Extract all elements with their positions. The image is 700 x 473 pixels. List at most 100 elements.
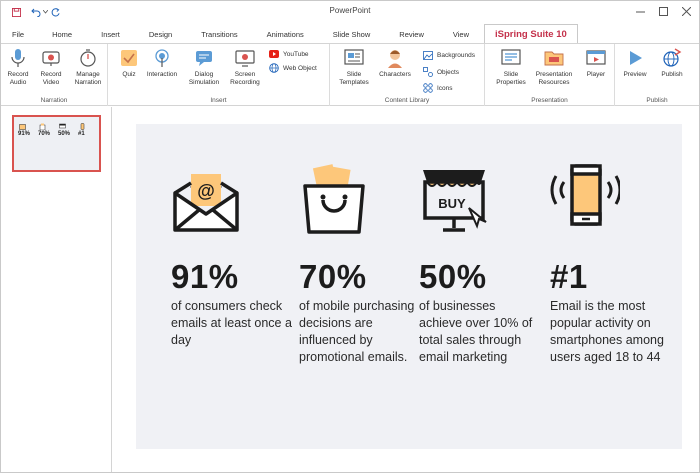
objects-button[interactable]: Objects [423, 67, 459, 77]
slide-thumbnail-1[interactable]: 91% 70% 50% #1 [12, 115, 101, 172]
group-publish-label: Publish [646, 97, 668, 104]
tab-view[interactable]: View [439, 25, 484, 44]
slide-templates-button[interactable]: Slide Templates [336, 47, 372, 87]
svg-text:@: @ [197, 181, 215, 201]
slide-template-icon [343, 47, 365, 69]
web-object-label: Web Object [283, 64, 317, 72]
screen-recording-button[interactable]: Screen Recording [226, 47, 264, 87]
tab-slide-show[interactable]: Slide Show [319, 25, 386, 44]
ribbon-tabs: File Home Insert Design Transitions Anim… [1, 23, 699, 45]
tab-design[interactable]: Design [135, 25, 187, 44]
backgrounds-label: Backgrounds [437, 51, 475, 59]
youtube-button[interactable]: YouTube [269, 49, 309, 59]
powerpoint-window: PowerPoint File Home Insert Design Trans… [0, 0, 700, 473]
thumb-email-icon [19, 124, 26, 130]
interaction-label: Interaction [146, 71, 178, 78]
quiz-checkbox-icon [118, 47, 140, 69]
close-icon[interactable] [675, 3, 697, 20]
background-image-icon [423, 50, 433, 60]
presentation-resources-label: Presentation Resources [535, 71, 573, 86]
thumb-stat-3: 50% [58, 123, 76, 138]
slide-thumbnails-pane: 91% 70% 50% #1 [1, 107, 112, 472]
objects-shapes-icon [423, 67, 433, 77]
icons-library-icon [423, 83, 433, 93]
stat-value: 91% [171, 258, 239, 295]
microphone-icon [7, 47, 29, 69]
tab-home[interactable]: Home [38, 25, 87, 44]
stat-description: of consumers check emails at least once … [171, 299, 292, 347]
quiz-button[interactable]: Quiz [114, 47, 144, 79]
stat-value: 50% [419, 258, 487, 295]
stat-description: of mobile purchasing decisions are influ… [299, 299, 415, 364]
slide-properties-button[interactable]: Slide Properties [493, 47, 529, 87]
group-insert: Quiz Interaction Dialog Simulation Scree… [108, 44, 330, 106]
publish-button[interactable]: Publish [655, 47, 689, 79]
icons-label: Icons [437, 84, 453, 92]
stat-value: #1 [550, 258, 588, 295]
globe-icon [269, 63, 279, 73]
maximize-icon[interactable] [652, 3, 674, 20]
backgrounds-button[interactable]: Backgrounds [423, 50, 475, 60]
presentation-resources-button[interactable]: Presentation Resources [531, 47, 577, 87]
tab-ispring-suite[interactable]: iSpring Suite 10 [484, 24, 578, 45]
thumb-stat-value: 91% [18, 131, 31, 137]
dialog-bubble-icon [193, 47, 215, 69]
stat-description: Email is the most popular activity on sm… [550, 299, 664, 364]
minimize-icon[interactable] [629, 3, 651, 20]
buy-store-icon: BUY [423, 170, 487, 232]
svg-text:BUY: BUY [438, 196, 466, 211]
group-publish: Preview Publish Publish [615, 44, 699, 106]
publish-label: Publish [661, 71, 683, 78]
group-narration-label: Narration [40, 97, 68, 104]
thumb-stat-4: #1 [78, 123, 96, 138]
tab-transitions[interactable]: Transitions [187, 25, 252, 44]
record-audio-button[interactable]: Record Audio [5, 47, 31, 87]
ribbon: Record Audio Record Video Manage Narrati… [1, 43, 699, 106]
record-video-button[interactable]: Record Video [37, 47, 65, 87]
thumb-stat-value: 50% [58, 131, 71, 137]
slide[interactable]: @ 91% of consumers check emails at least… [136, 124, 682, 449]
window-title: PowerPoint [329, 6, 371, 15]
interaction-pointer-icon [151, 47, 173, 69]
preview-button[interactable]: Preview [619, 47, 651, 79]
publish-globe-icon [661, 47, 683, 69]
webcam-icon [40, 47, 62, 69]
interaction-button[interactable]: Interaction [142, 47, 182, 79]
character-person-icon [384, 47, 406, 69]
group-content-library: Slide Templates Characters Backgrounds O… [330, 44, 485, 106]
group-presentation-label: Presentation [531, 97, 568, 104]
play-icon [624, 47, 646, 69]
record-audio-label: Record Audio [7, 71, 29, 86]
icons-button[interactable]: Icons [423, 83, 453, 93]
tab-insert[interactable]: Insert [87, 25, 135, 44]
group-content-library-label: Content Library [384, 97, 430, 104]
manage-narration-label: Manage Narration [74, 71, 102, 86]
resources-folder-icon [543, 47, 565, 69]
characters-button[interactable]: Characters [376, 47, 414, 79]
dialog-simulation-label: Dialog Simulation [188, 71, 220, 86]
youtube-icon [269, 49, 279, 59]
smartphone-icon [550, 164, 620, 226]
screen-record-icon [234, 47, 256, 69]
shopping-bag-icon [303, 164, 365, 234]
player-button[interactable]: Player [581, 47, 611, 79]
tab-animations[interactable]: Animations [253, 25, 319, 44]
stat-value: 70% [299, 258, 367, 295]
title-bar: PowerPoint [1, 1, 699, 23]
tab-file[interactable]: File [1, 25, 38, 44]
tab-review[interactable]: Review [385, 25, 439, 44]
group-presentation: Slide Properties Presentation Resources … [485, 44, 615, 106]
email-icon: @ [173, 174, 239, 232]
dialog-simulation-button[interactable]: Dialog Simulation [184, 47, 224, 87]
manage-narration-button[interactable]: Manage Narration [71, 47, 105, 87]
screen-recording-label: Screen Recording [230, 71, 260, 86]
group-insert-label: Insert [210, 97, 227, 104]
preview-label: Preview [623, 71, 647, 78]
quiz-label: Quiz [122, 71, 136, 78]
record-video-label: Record Video [40, 71, 62, 86]
group-narration: Record Audio Record Video Manage Narrati… [1, 44, 108, 106]
stat-description: of businesses achieve over 10% of total … [419, 299, 533, 364]
web-object-button[interactable]: Web Object [269, 63, 317, 73]
slide-properties-label: Slide Properties [496, 71, 526, 86]
thumb-stat-value: #1 [78, 131, 85, 137]
